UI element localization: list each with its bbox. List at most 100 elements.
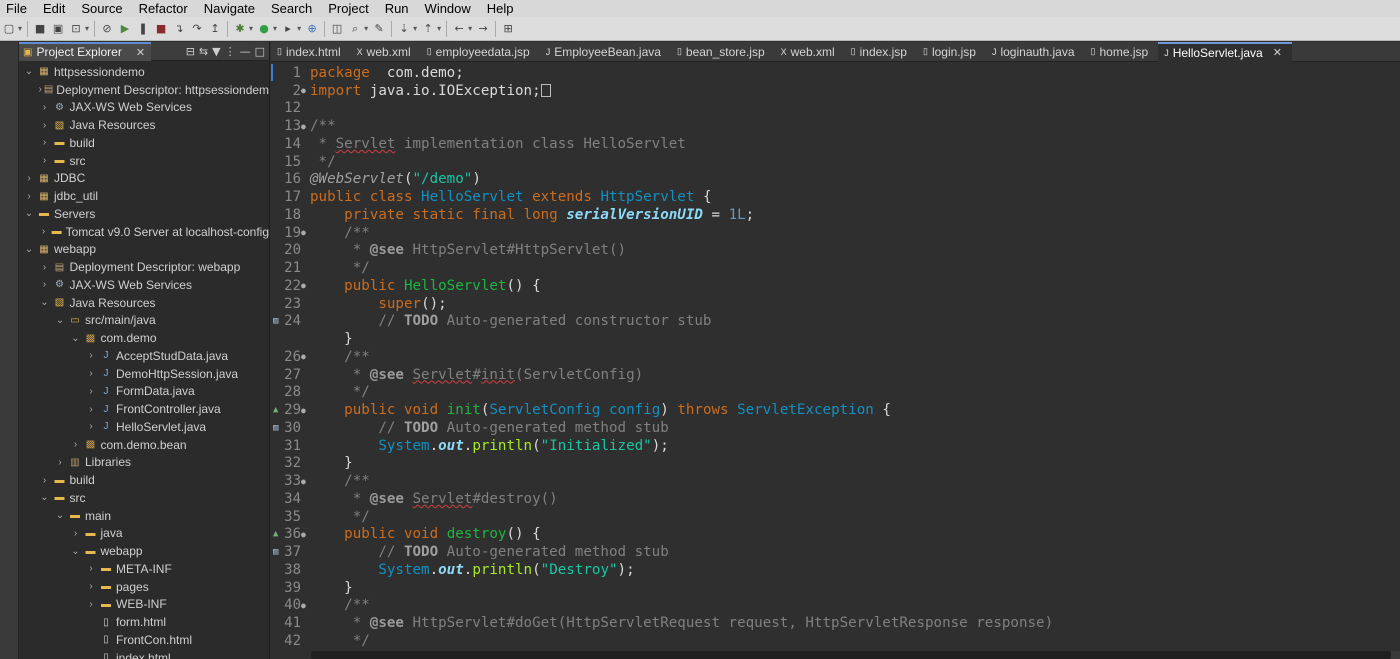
fold-icon[interactable]: ● [301,281,306,290]
chevron-down-icon[interactable]: ⌄ [39,297,51,308]
menu-refactor[interactable]: Refactor [139,1,188,16]
fold-icon[interactable]: ● [301,228,306,237]
tree-item[interactable]: › ▬ Tomcat v9.0 Server at localhost-config [19,223,269,241]
chevron-right-icon[interactable]: › [39,120,51,131]
menu-run[interactable]: Run [385,1,409,16]
debug-icon[interactable]: ✱ [233,22,247,36]
resume-icon[interactable]: ▶ [118,22,132,36]
tree-item[interactable]: › ▬ java [19,525,269,543]
chevron-right-icon[interactable]: › [70,528,82,539]
step-into-icon[interactable]: ↴ [172,22,186,36]
tree-item[interactable]: › ▥ Libraries [19,454,269,472]
editor-tab[interactable]: ▯ employeedata.jsp [421,42,540,62]
open-type-icon[interactable]: ◫ [330,22,344,36]
chevron-right-icon[interactable]: › [39,262,51,273]
close-icon[interactable]: ✕ [1273,46,1282,59]
folded-imports-icon[interactable] [540,84,551,98]
tree-item[interactable]: ⌄ ▬ Servers [19,205,269,223]
chevron-right-icon[interactable]: › [39,475,51,486]
search-icon[interactable]: ⌕ [348,22,362,36]
tree-item[interactable]: › ▬ pages [19,578,269,596]
chevron-right-icon[interactable]: › [23,191,35,202]
tree-item[interactable]: ⌄ ▩ com.demo [19,329,269,347]
editor-tab[interactable]: Xweb.xml [775,42,845,62]
back-icon[interactable]: ← [452,22,466,36]
chevron-right-icon[interactable]: › [39,279,51,290]
chevron-right-icon[interactable]: › [85,350,97,361]
chevron-down-icon[interactable]: ⌄ [70,333,82,344]
chevron-right-icon[interactable]: › [85,599,97,610]
chevron-right-icon[interactable]: › [39,102,51,113]
project-explorer-tab[interactable]: ▣ Project Explorer ✕ [19,42,152,61]
dropdown-arrow-icon[interactable]: ▾ [297,24,301,33]
tree-item[interactable]: › ⚙ JAX-WS Web Services [19,276,269,294]
chevron-right-icon[interactable]: › [54,457,66,468]
menu-project[interactable]: Project [328,1,368,16]
tree-item[interactable]: ⌄ ▦ httpsessiondemo [19,63,269,81]
pin-editor-icon[interactable]: ⊞ [501,22,515,36]
tree-item[interactable]: › ▬ build [19,134,269,152]
tree-item[interactable]: ⌄ ▦ webapp [19,241,269,259]
dropdown-arrow-icon[interactable]: ▾ [249,24,253,33]
chevron-right-icon[interactable]: › [85,563,97,574]
menu-navigate[interactable]: Navigate [204,1,255,16]
chevron-right-icon[interactable]: › [39,84,42,95]
dropdown-arrow-icon[interactable]: ▾ [273,24,277,33]
maximize-icon[interactable]: □ [255,45,265,58]
menu-help[interactable]: Help [487,1,514,16]
menu-edit[interactable]: Edit [43,1,65,16]
fold-icon[interactable]: ● [301,122,306,131]
task-icon[interactable]: ▨ [273,547,278,557]
chevron-down-icon[interactable]: ⌄ [23,66,35,77]
tree-item[interactable]: › J AcceptStudData.java [19,347,269,365]
editor-tab[interactable]: ▯ login.jsp [917,42,986,62]
tree-item[interactable]: ▯ FrontCon.html [19,631,269,649]
fold-icon[interactable]: ● [301,86,306,95]
tree-item[interactable]: › J FrontController.java [19,400,269,418]
editor-tab[interactable]: ▯ bean_store.jsp [671,42,775,62]
chevron-down-icon[interactable]: ⌄ [39,492,51,503]
menu-window[interactable]: Window [425,1,471,16]
horizontal-scrollbar[interactable] [311,651,1400,659]
dropdown-arrow-icon[interactable]: ▾ [85,24,89,33]
editor-tab[interactable]: ▯ home.jsp [1085,42,1159,62]
chevron-down-icon[interactable]: ⌄ [23,244,35,255]
editor-tab[interactable]: J HelloServlet.java ✕ [1158,41,1292,62]
task-icon[interactable]: ▨ [273,423,278,433]
close-icon[interactable]: ✕ [136,46,145,59]
chevron-down-icon[interactable]: ⌄ [23,208,35,219]
fold-icon[interactable]: ● [301,530,306,539]
tree-item[interactable]: › ▬ src [19,152,269,170]
tree-item[interactable]: › ▤ Deployment Descriptor: webapp [19,258,269,276]
tree-item[interactable]: › ▩ com.demo.bean [19,436,269,454]
tree-item[interactable]: › ▦ JDBC [19,170,269,188]
new-icon[interactable]: ▢ [2,22,16,36]
step-return-icon[interactable]: ↥ [208,22,222,36]
task-icon[interactable]: ▨ [273,316,278,326]
tree-item[interactable]: › J FormData.java [19,383,269,401]
new-server-icon[interactable]: ⊕ [305,22,319,36]
fold-icon[interactable]: ● [301,477,306,486]
link-with-editor-icon[interactable]: ⇆ [199,45,208,58]
tree-item[interactable]: › ▤ Deployment Descriptor: httpsessiondem [19,81,270,99]
tree-item[interactable]: › J HelloServlet.java [19,418,269,436]
tree-item[interactable]: › ▬ META-INF [19,560,269,578]
toggle-mark-icon[interactable]: ✎ [372,22,386,36]
override-icon[interactable]: ▲ [273,405,278,415]
tree-item[interactable]: › ▬ WEB-INF [19,596,269,614]
tree-item[interactable]: › J DemoHttpSession.java [19,365,269,383]
skip-breakpoints-icon[interactable]: ⊘ [100,22,114,36]
code-editor[interactable]: 1 package com.demo; 2 ● import java.io.IOExc… [271,62,1400,659]
fold-icon[interactable]: ● [301,601,306,610]
editor-tab[interactable]: ▯ index.html [271,42,351,62]
forward-icon[interactable]: → [476,22,490,36]
save-all-icon[interactable]: ▣ [51,22,65,36]
filter-icon[interactable]: ▼ [212,45,220,58]
chevron-right-icon[interactable]: › [70,439,82,450]
next-annotation-icon[interactable]: ⇣ [397,22,411,36]
run-icon[interactable]: ● [257,22,271,36]
override-icon[interactable]: ▲ [273,529,278,539]
chevron-down-icon[interactable]: ⌄ [54,510,66,521]
minimize-icon[interactable]: — [240,45,251,58]
save-icon[interactable]: ■ [33,22,47,36]
